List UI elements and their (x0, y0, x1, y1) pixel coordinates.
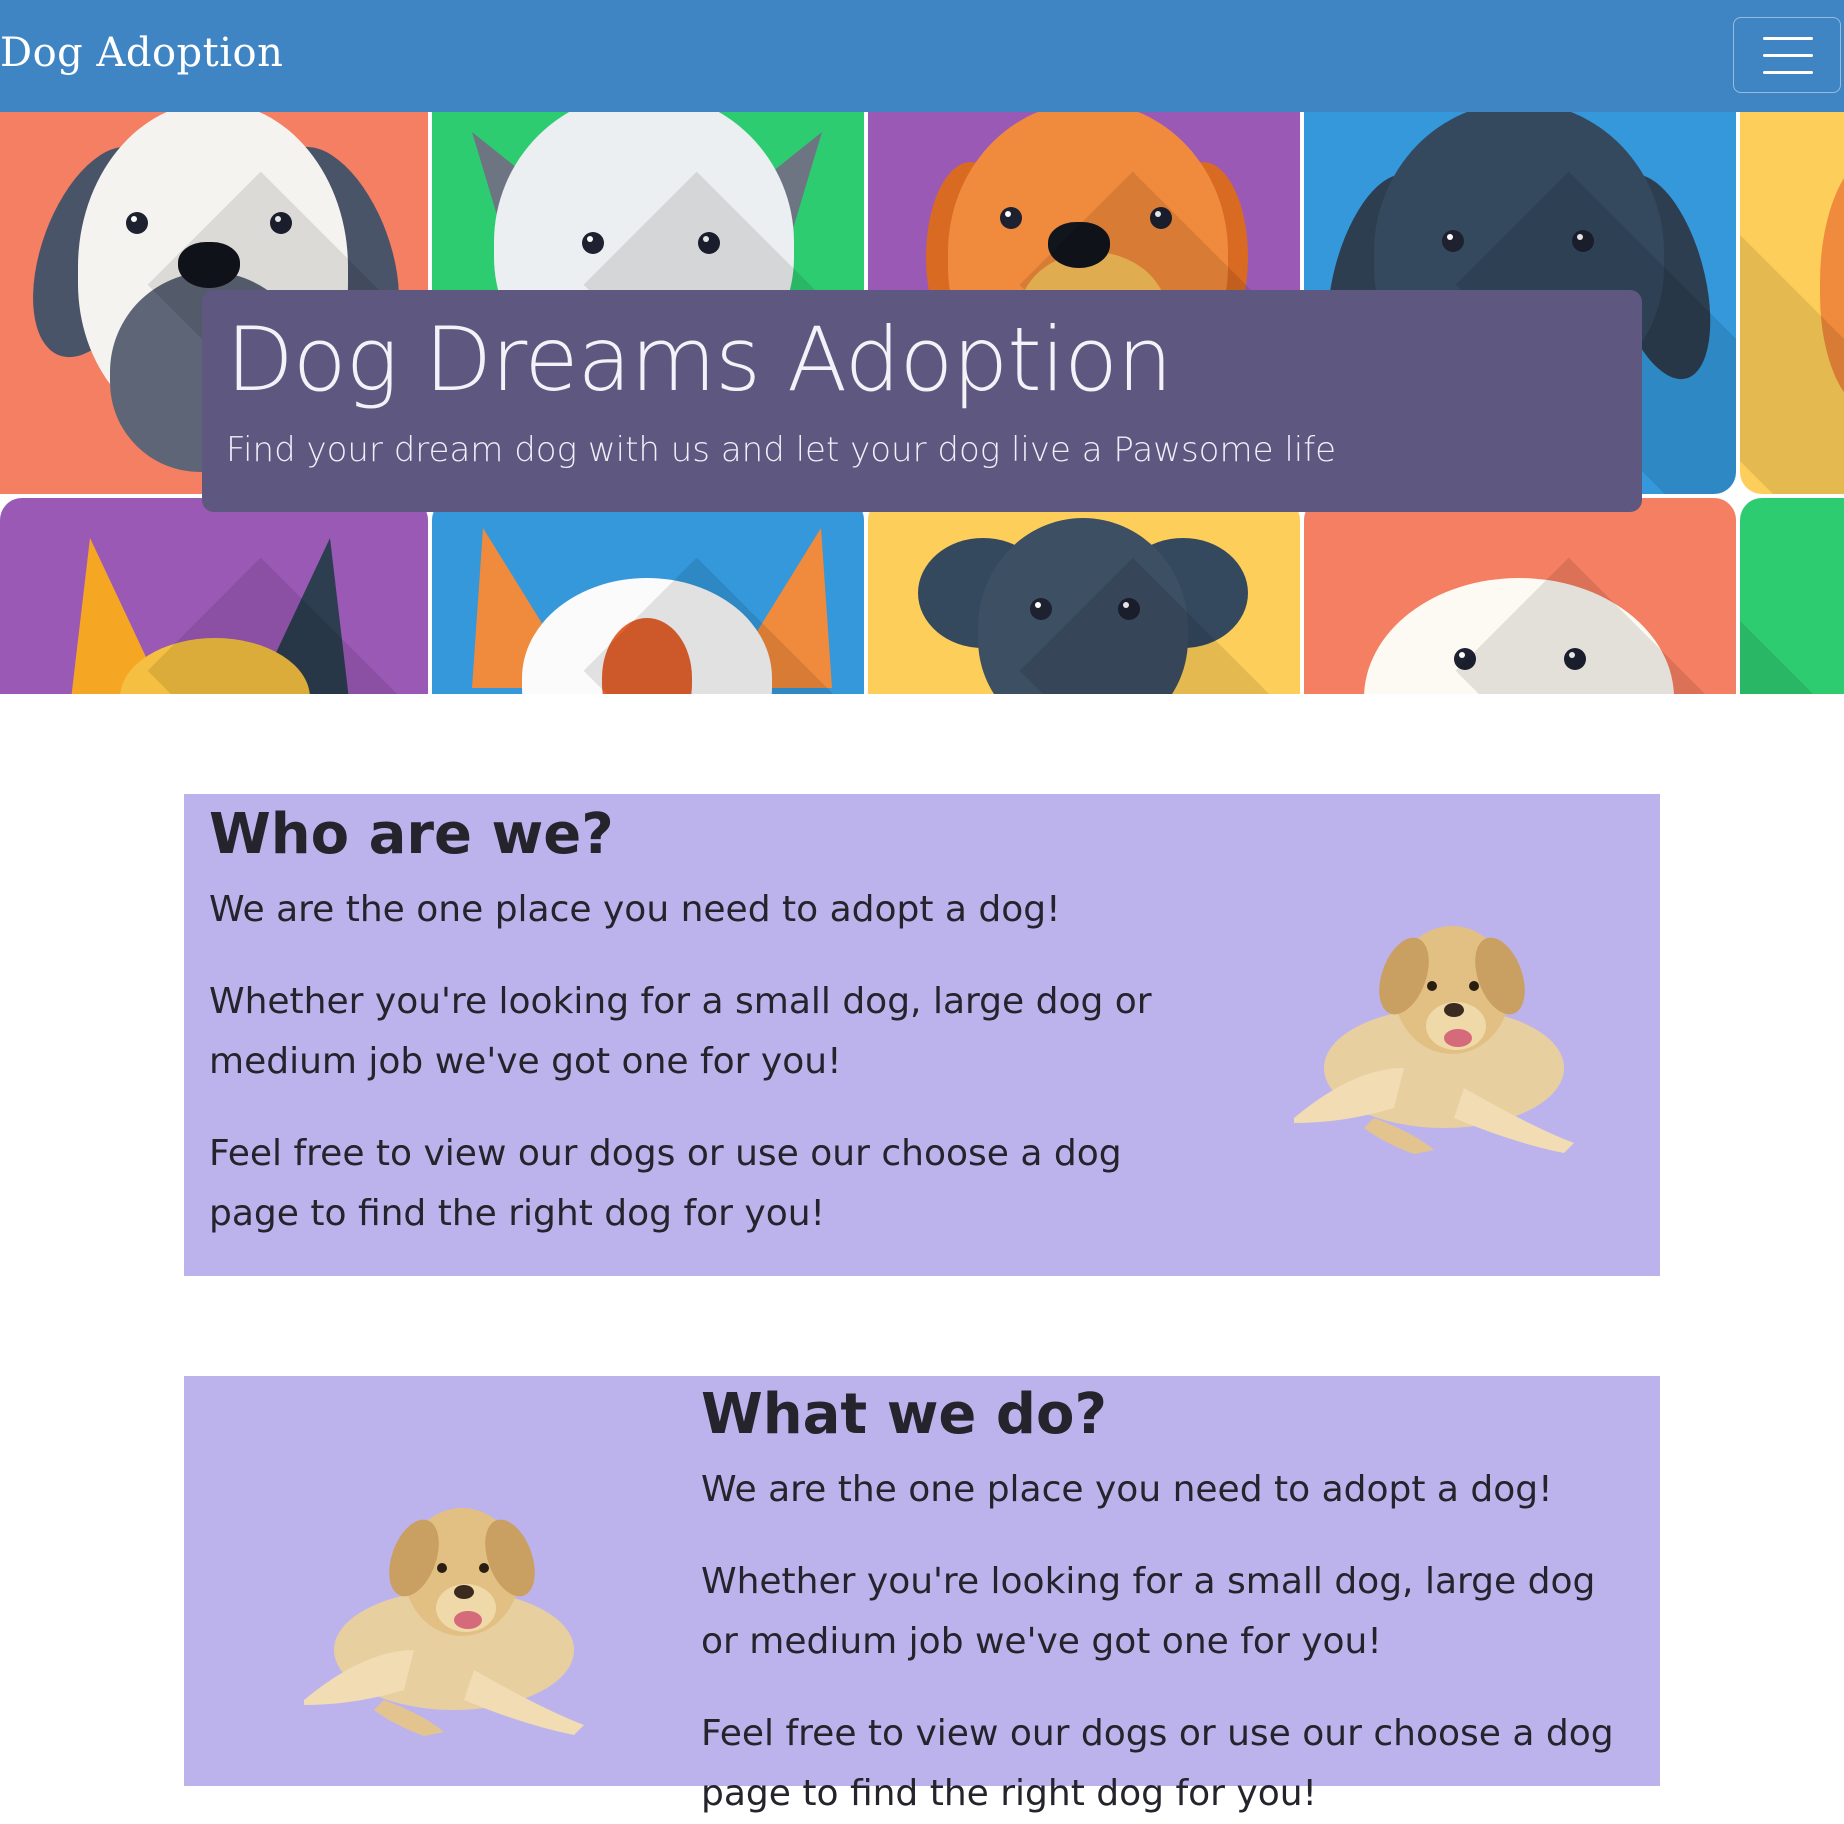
who-are-we-section: Who are we? We are the one place you nee… (184, 794, 1660, 1276)
labrador-photo (1294, 926, 1574, 1154)
what-we-do-heading: What we do? (701, 1382, 1107, 1447)
dog-tile (1740, 498, 1844, 694)
what-we-do-paragraph: We are the one place you need to adopt a… (701, 1469, 1553, 1510)
navbar: Dog Adoption (0, 0, 1844, 112)
who-are-we-heading: Who are we? (209, 802, 614, 867)
dog-tile (1740, 112, 1844, 494)
hero-jumbotron: Dog Dreams Adoption Find your dream dog … (202, 290, 1642, 512)
hero-subtitle: Find your dream dog with us and let your… (226, 430, 1337, 470)
dog-tile (1304, 498, 1736, 694)
hero-banner: Dog Dreams Adoption Find your dream dog … (0, 112, 1844, 694)
hero-title: Dog Dreams Adoption (226, 308, 1173, 411)
navbar-brand[interactable]: Dog Adoption (0, 30, 283, 76)
about-paragraph: Feel free to view our dogs or use our ch… (209, 1133, 1122, 1234)
dog-tile (432, 498, 864, 694)
labrador-photo (304, 1508, 584, 1736)
navbar-toggle-button[interactable] (1733, 17, 1841, 93)
what-we-do-paragraph: Whether you're looking for a small dog, … (701, 1561, 1596, 1662)
about-paragraph: Whether you're looking for a small dog, … (209, 981, 1152, 1082)
what-we-do-paragraph: Feel free to view our dogs or use our ch… (701, 1713, 1614, 1814)
dog-tile (868, 498, 1300, 694)
about-paragraph: We are the one place you need to adopt a… (209, 889, 1061, 930)
dog-tile (0, 498, 428, 694)
what-we-do-section: What we do? We are the one place you nee… (184, 1376, 1660, 1814)
